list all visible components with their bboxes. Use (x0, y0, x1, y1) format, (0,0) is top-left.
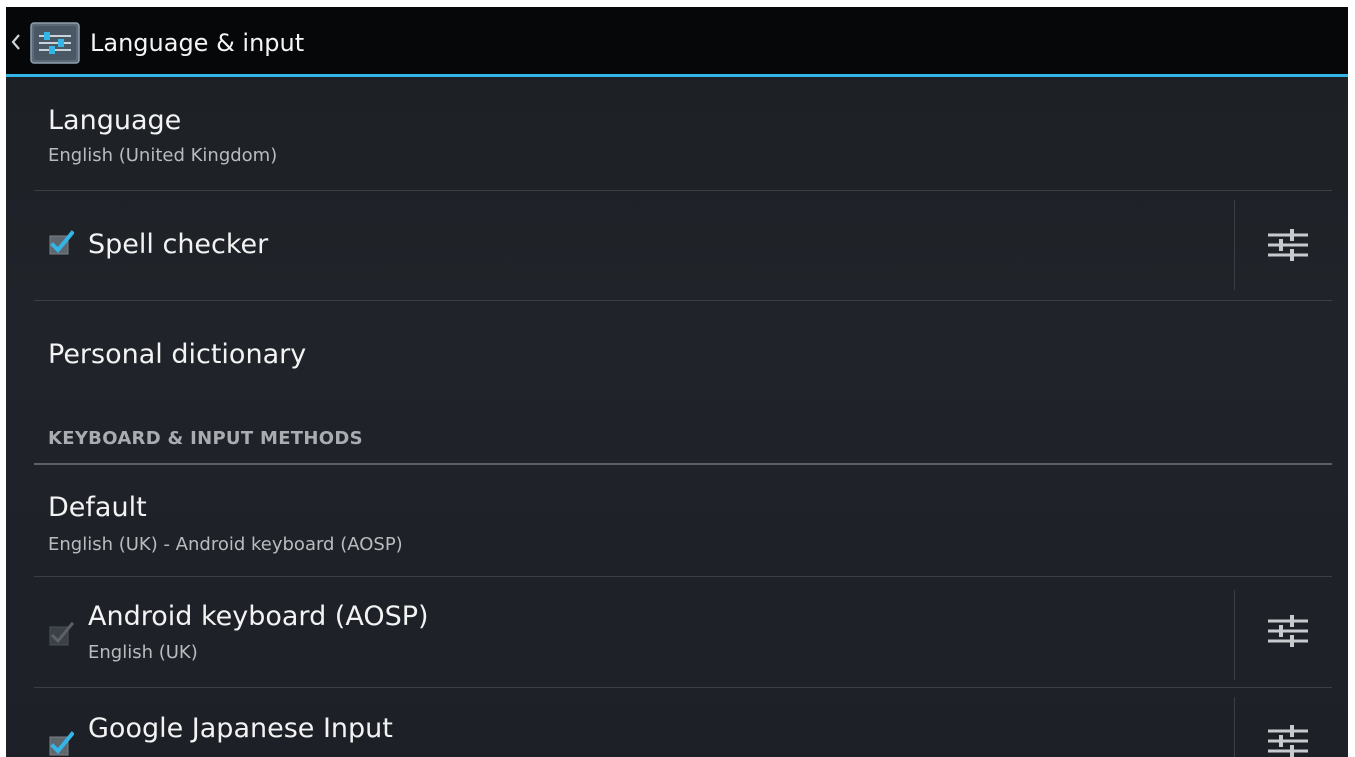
google-japanese-title: Google Japanese Input (88, 713, 393, 744)
language-summary: English (United Kingdom) (48, 145, 278, 166)
personal-dictionary-title: Personal dictionary (48, 339, 307, 370)
settings-separator (1234, 697, 1235, 757)
settings-screen: Language & input Language English (Unite… (6, 7, 1348, 757)
android-keyboard-settings-button[interactable] (1258, 603, 1318, 663)
sliders-icon (1268, 225, 1308, 269)
divider (34, 190, 1332, 191)
spell-checker-title: Spell checker (88, 229, 269, 260)
google-japanese-preference[interactable]: Google Japanese Input (34, 711, 1332, 757)
sliders-icon (1268, 611, 1308, 655)
google-japanese-settings-button[interactable] (1258, 713, 1318, 757)
android-keyboard-summary: English (UK) (88, 642, 198, 663)
divider (34, 300, 1332, 301)
spell-checker-checkbox[interactable] (48, 230, 75, 256)
chevron-left-icon[interactable] (10, 29, 22, 55)
google-japanese-checkbox[interactable] (48, 731, 75, 757)
sliders-icon (1268, 721, 1308, 757)
settings-app-icon[interactable] (30, 22, 80, 64)
section-divider (34, 463, 1332, 465)
android-keyboard-title: Android keyboard (AOSP) (88, 601, 429, 632)
android-keyboard-checkbox (48, 621, 75, 647)
default-keyboard-preference[interactable]: Default English (UK) - Android keyboard … (34, 492, 1332, 572)
section-header-keyboard: KEYBOARD & INPUT METHODS (48, 428, 363, 449)
spell-checker-settings-button[interactable] (1258, 217, 1318, 277)
default-summary: English (UK) - Android keyboard (AOSP) (48, 534, 403, 555)
spell-checker-preference[interactable]: Spell checker (34, 203, 1332, 299)
page-title: Language & input (90, 29, 305, 57)
divider (34, 576, 1332, 577)
language-preference[interactable]: Language English (United Kingdom) (34, 105, 1332, 185)
settings-separator (1234, 590, 1235, 680)
action-bar: Language & input (6, 7, 1348, 77)
divider (34, 687, 1332, 688)
personal-dictionary-preference[interactable]: Personal dictionary (34, 337, 1332, 387)
android-keyboard-preference[interactable]: Android keyboard (AOSP) English (UK) (34, 601, 1332, 681)
default-title: Default (48, 492, 147, 523)
language-title: Language (48, 105, 182, 136)
settings-separator (1234, 200, 1235, 290)
